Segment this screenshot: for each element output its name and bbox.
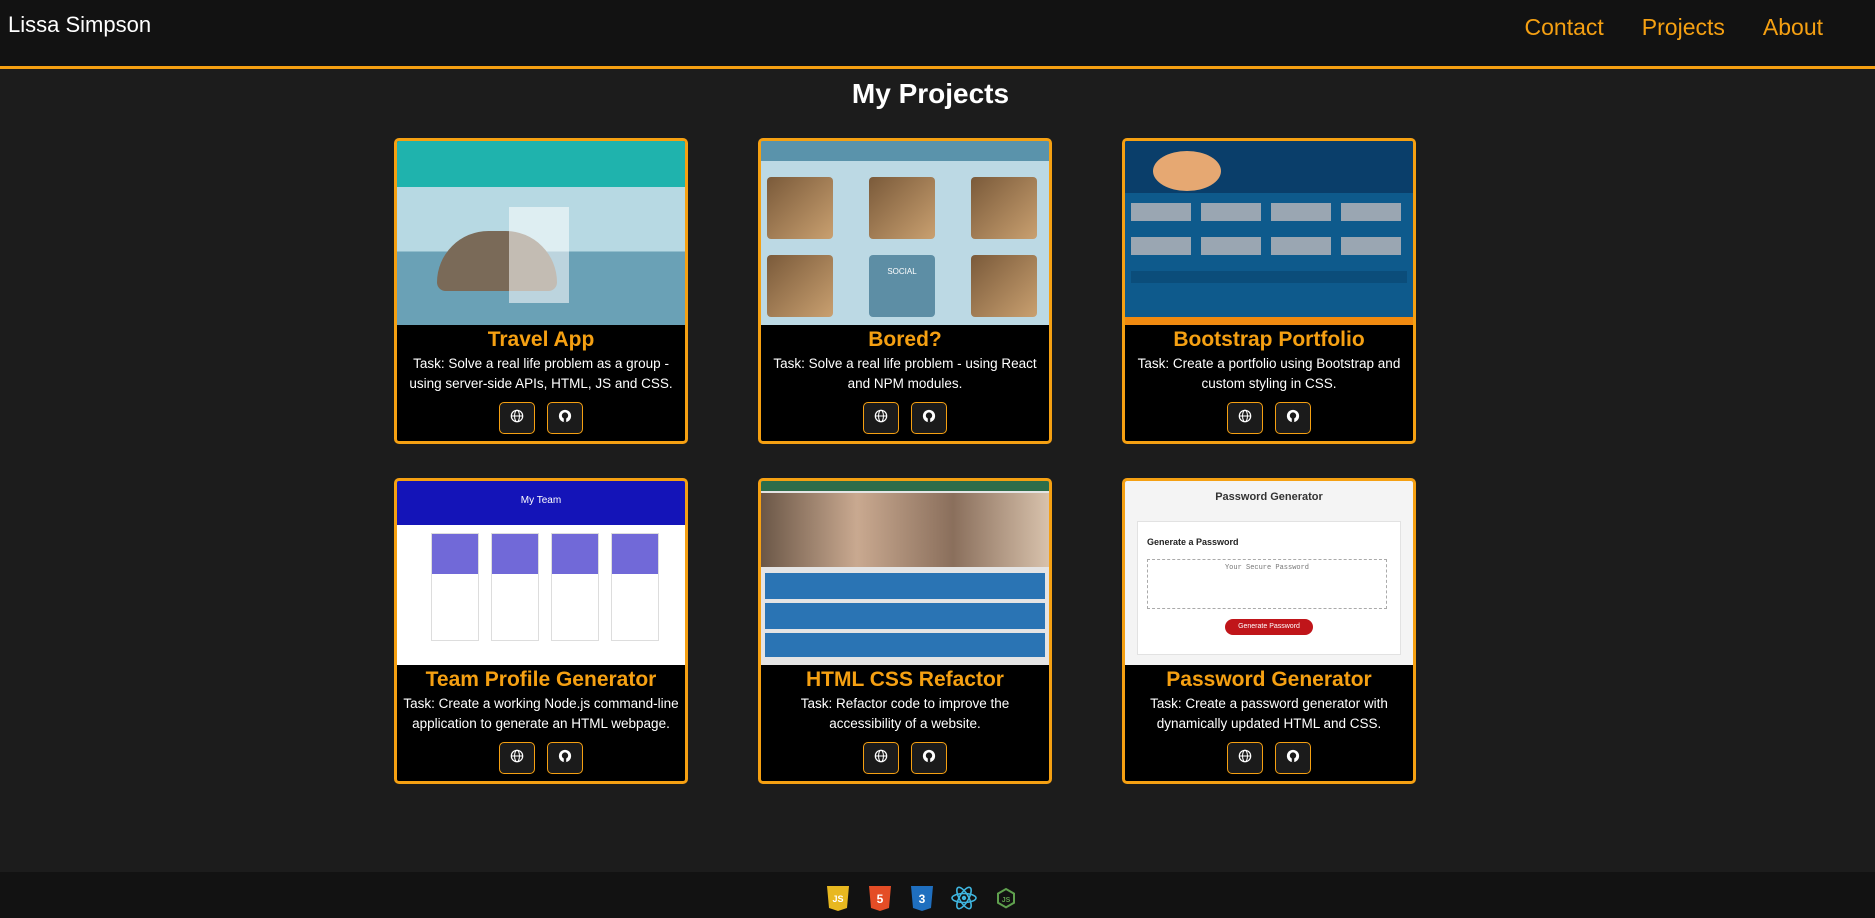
css3-icon: 3 xyxy=(908,884,936,912)
svg-text:3: 3 xyxy=(919,892,926,906)
github-icon xyxy=(922,749,936,768)
live-site-button[interactable] xyxy=(1227,402,1263,434)
html5-icon: 5 xyxy=(866,884,894,912)
team-header-label: My Team xyxy=(520,495,562,506)
site-footer: JS 5 3 JS xyxy=(0,872,1875,918)
bored-screenshot: SOCIAL xyxy=(761,141,1049,325)
javascript-icon: JS xyxy=(824,884,852,912)
project-card-password-generator: Password Generator Generate a Password Y… xyxy=(1122,478,1416,784)
project-description: Task: Solve a real life problem - using … xyxy=(773,356,1037,391)
project-description: Task: Create a working Node.js command-l… xyxy=(403,696,679,731)
live-site-button[interactable] xyxy=(863,742,899,774)
project-card-bored: SOCIAL Bored? Task: Solve a real life pr… xyxy=(758,138,1052,444)
nav-projects[interactable]: Projects xyxy=(1642,14,1725,41)
html-css-refactor-screenshot xyxy=(761,481,1049,665)
project-description: Task: Create a password generator with d… xyxy=(1150,696,1388,731)
project-card-team-profile-generator: My Team Team Profile Generator Task: Cre… xyxy=(394,478,688,784)
password-thumb-label: Generate a Password xyxy=(1147,537,1239,547)
globe-icon xyxy=(1238,409,1252,428)
project-card-html-css-refactor: HTML CSS Refactor Task: Refactor code to… xyxy=(758,478,1052,784)
project-description: Task: Create a portfolio using Bootstrap… xyxy=(1137,356,1401,391)
password-thumb-button: Generate Password xyxy=(1225,619,1313,635)
project-card-travel-app: Travel App Task: Solve a real life probl… xyxy=(394,138,688,444)
bootstrap-portfolio-screenshot xyxy=(1125,141,1413,325)
github-icon xyxy=(558,409,572,428)
github-repo-button[interactable] xyxy=(1275,742,1311,774)
github-repo-button[interactable] xyxy=(547,742,583,774)
github-repo-button[interactable] xyxy=(547,402,583,434)
github-repo-button[interactable] xyxy=(1275,402,1311,434)
globe-icon xyxy=(510,749,524,768)
project-title: Travel App xyxy=(487,328,595,351)
project-description: Task: Refactor code to improve the acces… xyxy=(800,696,1010,731)
react-icon xyxy=(950,884,978,912)
project-title: Bored? xyxy=(868,328,942,351)
svg-text:JS: JS xyxy=(832,894,843,904)
github-icon xyxy=(558,749,572,768)
nav-contact[interactable]: Contact xyxy=(1525,14,1604,41)
live-site-button[interactable] xyxy=(499,402,535,434)
nav-about[interactable]: About xyxy=(1763,14,1823,41)
social-label: SOCIAL xyxy=(887,267,917,276)
nodejs-icon: JS xyxy=(992,884,1020,912)
svg-text:JS: JS xyxy=(1002,897,1011,904)
github-repo-button[interactable] xyxy=(911,742,947,774)
live-site-button[interactable] xyxy=(863,402,899,434)
github-icon xyxy=(1286,749,1300,768)
tech-icons: JS 5 3 JS xyxy=(824,884,1020,912)
project-title: HTML CSS Refactor xyxy=(806,668,1004,691)
project-title: Password Generator xyxy=(1166,668,1372,691)
globe-icon xyxy=(1238,749,1252,768)
password-thumb-title: Password Generator xyxy=(1215,491,1323,503)
globe-icon xyxy=(874,749,888,768)
project-title: Team Profile Generator xyxy=(425,668,657,691)
github-icon xyxy=(922,409,936,428)
site-brand[interactable]: Lissa Simpson xyxy=(8,12,151,38)
github-icon xyxy=(1286,409,1300,428)
password-generator-screenshot: Password Generator Generate a Password Y… xyxy=(1125,481,1413,665)
globe-icon xyxy=(510,409,524,428)
project-card-bootstrap-portfolio: Bootstrap Portfolio Task: Create a portf… xyxy=(1122,138,1416,444)
main-nav: Contact Projects About xyxy=(1525,14,1823,41)
svg-text:5: 5 xyxy=(877,892,884,906)
projects-grid: Travel App Task: Solve a real life probl… xyxy=(394,138,1416,784)
live-site-button[interactable] xyxy=(499,742,535,774)
password-thumb-placeholder: Your Secure Password xyxy=(1224,564,1309,572)
team-profile-screenshot: My Team xyxy=(397,481,685,665)
globe-icon xyxy=(874,409,888,428)
travel-app-screenshot xyxy=(397,141,685,325)
project-title: Bootstrap Portfolio xyxy=(1173,328,1365,351)
site-header: Lissa Simpson Contact Projects About xyxy=(0,0,1875,69)
github-repo-button[interactable] xyxy=(911,402,947,434)
page-title: My Projects xyxy=(851,78,1010,109)
live-site-button[interactable] xyxy=(1227,742,1263,774)
project-description: Task: Solve a real life problem as a gro… xyxy=(409,356,673,391)
